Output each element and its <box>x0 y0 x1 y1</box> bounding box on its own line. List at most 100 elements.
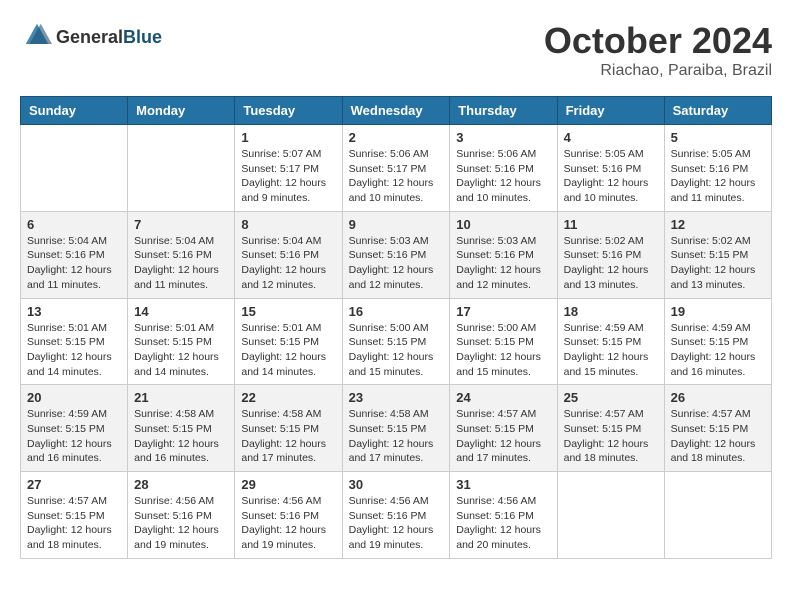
day-number: 18 <box>564 304 658 319</box>
day-info: Sunrise: 5:03 AM Sunset: 5:16 PM Dayligh… <box>349 234 444 293</box>
calendar-week-row: 20 Sunrise: 4:59 AM Sunset: 5:15 PM Dayli… <box>21 385 772 472</box>
day-info: Sunrise: 4:56 AM Sunset: 5:16 PM Dayligh… <box>349 494 444 553</box>
day-number: 19 <box>671 304 765 319</box>
logo: GeneralBlue <box>20 20 162 55</box>
day-info: Sunrise: 5:01 AM Sunset: 5:15 PM Dayligh… <box>27 321 121 380</box>
calendar-cell: 23 Sunrise: 4:58 AM Sunset: 5:15 PM Dayli… <box>342 385 450 472</box>
day-info: Sunrise: 4:59 AM Sunset: 5:15 PM Dayligh… <box>564 321 658 380</box>
day-number: 9 <box>349 217 444 232</box>
day-info: Sunrise: 5:00 AM Sunset: 5:15 PM Dayligh… <box>349 321 444 380</box>
day-number: 26 <box>671 390 765 405</box>
day-info: Sunrise: 5:07 AM Sunset: 5:17 PM Dayligh… <box>241 147 335 206</box>
day-info: Sunrise: 5:04 AM Sunset: 5:16 PM Dayligh… <box>241 234 335 293</box>
day-number: 14 <box>134 304 228 319</box>
day-number: 15 <box>241 304 335 319</box>
day-number: 12 <box>671 217 765 232</box>
calendar-cell <box>21 125 128 212</box>
day-info: Sunrise: 4:57 AM Sunset: 5:15 PM Dayligh… <box>564 407 658 466</box>
day-info: Sunrise: 5:05 AM Sunset: 5:16 PM Dayligh… <box>564 147 658 206</box>
day-number: 6 <box>27 217 121 232</box>
day-info: Sunrise: 4:59 AM Sunset: 5:15 PM Dayligh… <box>27 407 121 466</box>
logo-icon <box>22 20 52 50</box>
calendar-header-row: SundayMondayTuesdayWednesdayThursdayFrid… <box>21 97 772 125</box>
day-number: 20 <box>27 390 121 405</box>
day-info: Sunrise: 5:01 AM Sunset: 5:15 PM Dayligh… <box>134 321 228 380</box>
calendar-cell: 15Sunrise: 5:01 AM Sunset: 5:15 PM Dayli… <box>235 298 342 385</box>
day-info: Sunrise: 4:58 AM Sunset: 5:15 PM Dayligh… <box>349 407 444 466</box>
day-of-week-header: Friday <box>557 97 664 125</box>
day-number: 22 <box>241 390 335 405</box>
day-of-week-header: Tuesday <box>235 97 342 125</box>
day-number: 1 <box>241 130 335 145</box>
calendar-cell: 24Sunrise: 4:57 AM Sunset: 5:15 PM Dayli… <box>450 385 557 472</box>
day-info: Sunrise: 5:06 AM Sunset: 5:17 PM Dayligh… <box>349 147 444 206</box>
day-number: 7 <box>134 217 228 232</box>
month-title: October 2024 <box>544 20 772 62</box>
day-info: Sunrise: 5:02 AM Sunset: 5:16 PM Dayligh… <box>564 234 658 293</box>
day-info: Sunrise: 4:59 AM Sunset: 5:15 PM Dayligh… <box>671 321 765 380</box>
calendar-cell: 5 Sunrise: 5:05 AM Sunset: 5:16 PM Daylig… <box>664 125 771 212</box>
logo-blue-text: Blue <box>123 27 162 47</box>
day-number: 11 <box>564 217 658 232</box>
calendar-cell: 4 Sunrise: 5:05 AM Sunset: 5:16 PM Daylig… <box>557 125 664 212</box>
day-info: Sunrise: 4:57 AM Sunset: 5:15 PM Dayligh… <box>27 494 121 553</box>
calendar-cell: 1 Sunrise: 5:07 AM Sunset: 5:17 PM Daylig… <box>235 125 342 212</box>
calendar-cell: 2Sunrise: 5:06 AM Sunset: 5:17 PM Daylig… <box>342 125 450 212</box>
day-number: 5 <box>671 130 765 145</box>
calendar-week-row: 27 Sunrise: 4:57 AM Sunset: 5:15 PM Dayli… <box>21 472 772 559</box>
day-number: 17 <box>456 304 550 319</box>
calendar-week-row: 13 Sunrise: 5:01 AM Sunset: 5:15 PM Dayli… <box>21 298 772 385</box>
day-info: Sunrise: 4:56 AM Sunset: 5:16 PM Dayligh… <box>134 494 228 553</box>
calendar-cell: 25 Sunrise: 4:57 AM Sunset: 5:15 PM Dayli… <box>557 385 664 472</box>
calendar-week-row: 1 Sunrise: 5:07 AM Sunset: 5:17 PM Daylig… <box>21 125 772 212</box>
day-info: Sunrise: 4:57 AM Sunset: 5:15 PM Dayligh… <box>671 407 765 466</box>
day-info: Sunrise: 5:03 AM Sunset: 5:16 PM Dayligh… <box>456 234 550 293</box>
day-number: 24 <box>456 390 550 405</box>
day-of-week-header: Thursday <box>450 97 557 125</box>
calendar-cell <box>557 472 664 559</box>
calendar-cell: 19 Sunrise: 4:59 AM Sunset: 5:15 PM Dayli… <box>664 298 771 385</box>
calendar-cell: 8 Sunrise: 5:04 AM Sunset: 5:16 PM Daylig… <box>235 211 342 298</box>
day-info: Sunrise: 5:06 AM Sunset: 5:16 PM Dayligh… <box>456 147 550 206</box>
day-info: Sunrise: 4:58 AM Sunset: 5:15 PM Dayligh… <box>241 407 335 466</box>
day-number: 16 <box>349 304 444 319</box>
day-info: Sunrise: 4:56 AM Sunset: 5:16 PM Dayligh… <box>241 494 335 553</box>
day-info: Sunrise: 5:05 AM Sunset: 5:16 PM Dayligh… <box>671 147 765 206</box>
day-number: 4 <box>564 130 658 145</box>
calendar-cell: 9 Sunrise: 5:03 AM Sunset: 5:16 PM Daylig… <box>342 211 450 298</box>
calendar-cell: 31Sunrise: 4:56 AM Sunset: 5:16 PM Dayli… <box>450 472 557 559</box>
day-number: 13 <box>27 304 121 319</box>
day-number: 28 <box>134 477 228 492</box>
day-number: 27 <box>27 477 121 492</box>
calendar-table: SundayMondayTuesdayWednesdayThursdayFrid… <box>20 96 772 559</box>
day-of-week-header: Saturday <box>664 97 771 125</box>
calendar-cell: 30Sunrise: 4:56 AM Sunset: 5:16 PM Dayli… <box>342 472 450 559</box>
day-info: Sunrise: 4:56 AM Sunset: 5:16 PM Dayligh… <box>456 494 550 553</box>
calendar-cell: 26 Sunrise: 4:57 AM Sunset: 5:15 PM Dayli… <box>664 385 771 472</box>
calendar-cell: 22 Sunrise: 4:58 AM Sunset: 5:15 PM Dayli… <box>235 385 342 472</box>
calendar-cell: 7 Sunrise: 5:04 AM Sunset: 5:16 PM Daylig… <box>128 211 235 298</box>
day-of-week-header: Wednesday <box>342 97 450 125</box>
calendar-cell: 28 Sunrise: 4:56 AM Sunset: 5:16 PM Dayli… <box>128 472 235 559</box>
calendar-cell: 3 Sunrise: 5:06 AM Sunset: 5:16 PM Daylig… <box>450 125 557 212</box>
day-info: Sunrise: 5:02 AM Sunset: 5:15 PM Dayligh… <box>671 234 765 293</box>
day-of-week-header: Monday <box>128 97 235 125</box>
day-number: 10 <box>456 217 550 232</box>
calendar-cell: 12 Sunrise: 5:02 AM Sunset: 5:15 PM Dayli… <box>664 211 771 298</box>
calendar-cell: 27 Sunrise: 4:57 AM Sunset: 5:15 PM Dayli… <box>21 472 128 559</box>
day-number: 25 <box>564 390 658 405</box>
calendar-cell: 17 Sunrise: 5:00 AM Sunset: 5:15 PM Dayli… <box>450 298 557 385</box>
day-info: Sunrise: 5:04 AM Sunset: 5:16 PM Dayligh… <box>134 234 228 293</box>
day-number: 23 <box>349 390 444 405</box>
calendar-cell: 20 Sunrise: 4:59 AM Sunset: 5:15 PM Dayli… <box>21 385 128 472</box>
calendar-cell <box>128 125 235 212</box>
calendar-cell <box>664 472 771 559</box>
calendar-week-row: 6 Sunrise: 5:04 AM Sunset: 5:16 PM Daylig… <box>21 211 772 298</box>
day-number: 3 <box>456 130 550 145</box>
calendar-cell: 11 Sunrise: 5:02 AM Sunset: 5:16 PM Dayli… <box>557 211 664 298</box>
day-number: 8 <box>241 217 335 232</box>
day-info: Sunrise: 4:58 AM Sunset: 5:15 PM Dayligh… <box>134 407 228 466</box>
calendar-cell: 13 Sunrise: 5:01 AM Sunset: 5:15 PM Dayli… <box>21 298 128 385</box>
day-info: Sunrise: 5:04 AM Sunset: 5:16 PM Dayligh… <box>27 234 121 293</box>
day-info: Sunrise: 5:00 AM Sunset: 5:15 PM Dayligh… <box>456 321 550 380</box>
